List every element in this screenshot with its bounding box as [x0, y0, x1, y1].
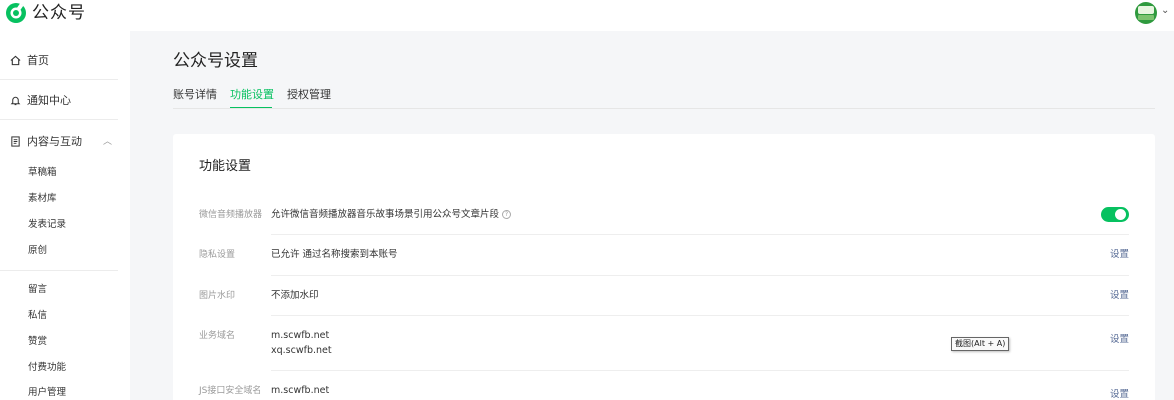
sidebar-item-content[interactable]: 内容与互动 — [10, 133, 82, 149]
watermark-settings-link[interactable]: 设置 — [1110, 290, 1129, 302]
chevron-up-icon[interactable]: ︿ — [103, 134, 112, 147]
row-divider — [271, 275, 1129, 276]
page-title: 公众号设置 — [173, 51, 258, 71]
audio-player-description: 允许微信音频播放器音乐故事场景引用公众号文章片段 — [271, 209, 500, 220]
bell-icon — [10, 96, 21, 105]
card-title: 功能设置 — [199, 159, 252, 174]
avatar[interactable] — [1135, 2, 1157, 24]
privacy-settings-link[interactable]: 设置 — [1110, 249, 1129, 261]
sidebar-divider — [0, 270, 118, 271]
app-title[interactable]: 公众号 — [32, 2, 86, 24]
row-value-privacy: 已允许 通过名称搜索到本账号 — [271, 249, 398, 260]
sidebar-item-comments[interactable]: 留言 — [28, 283, 47, 297]
help-icon[interactable]: ? — [502, 210, 512, 219]
sidebar-item-original[interactable]: 原创 — [28, 244, 47, 258]
row-label-audio-player: 微信音频播放器 — [199, 210, 263, 220]
sidebar-item-messages[interactable]: 私信 — [28, 309, 47, 323]
row-label-watermark: 图片水印 — [199, 291, 236, 301]
sidebar-item-appreciation[interactable]: 赞赏 — [28, 335, 47, 349]
row-value-js-domain: m.scwfb.net — [271, 385, 330, 396]
wechat-official-logo-icon[interactable] — [5, 2, 27, 24]
row-value-business-domain-1: m.scwfb.net — [271, 330, 330, 341]
sidebar-item-publish-records[interactable]: 发表记录 — [28, 218, 66, 232]
tab-account-details[interactable]: 账号详情 — [173, 88, 217, 102]
sidebar-divider — [0, 79, 118, 80]
business-domain-settings-link[interactable]: 设置 — [1110, 334, 1129, 346]
sidebar-item-home[interactable]: 首页 — [10, 52, 49, 68]
sidebar-item-library[interactable]: 素材库 — [28, 192, 57, 206]
tab-authorization[interactable]: 授权管理 — [287, 88, 331, 102]
tab-feature-settings[interactable]: 功能设置 — [230, 88, 274, 102]
sidebar-divider — [0, 119, 118, 120]
row-value-audio-player: 允许微信音频播放器音乐故事场景引用公众号文章片段? — [271, 208, 512, 222]
sidebar-item-paid-features[interactable]: 付费功能 — [28, 361, 66, 375]
sidebar-item-notifications[interactable]: 通知中心 — [10, 92, 71, 108]
document-icon — [11, 135, 20, 147]
chevron-down-icon[interactable]: ⌄ — [1161, 3, 1169, 19]
sidebar-item-label: 首页 — [27, 54, 49, 67]
home-icon — [10, 55, 21, 65]
sidebar-item-label: 内容与互动 — [27, 135, 82, 148]
tabs-divider — [173, 108, 1155, 109]
row-divider — [271, 315, 1129, 316]
row-value-business-domain-2: xq.scwfb.net — [271, 345, 332, 356]
sidebar-item-user-management[interactable]: 用户管理 — [28, 386, 66, 400]
audio-player-toggle[interactable] — [1101, 207, 1129, 222]
sidebar-item-label: 通知中心 — [27, 94, 71, 107]
top-bar: 公众号 ⌄ — [0, 0, 1174, 31]
screenshot-tooltip: 截图(Alt + A) — [951, 337, 1010, 351]
sidebar: 首页 通知中心 内容与互动 ︿ 草稿箱 素材库 发表记录 原创 留言 私信 赞赏… — [0, 31, 130, 400]
sidebar-item-drafts[interactable]: 草稿箱 — [28, 166, 57, 180]
row-divider — [271, 370, 1129, 371]
row-value-watermark: 不添加水印 — [271, 290, 319, 301]
feature-settings-card: 功能设置 微信音频播放器 允许微信音频播放器音乐故事场景引用公众号文章片段? 隐… — [173, 134, 1155, 400]
row-divider — [271, 234, 1129, 235]
row-label-business-domain: 业务域名 — [199, 331, 236, 341]
row-label-js-domain: JS接口安全域名 — [199, 386, 262, 396]
js-domain-settings-link[interactable]: 设置 — [1110, 389, 1129, 400]
row-label-privacy: 隐私设置 — [199, 250, 236, 260]
toggle-knob — [1115, 209, 1126, 220]
